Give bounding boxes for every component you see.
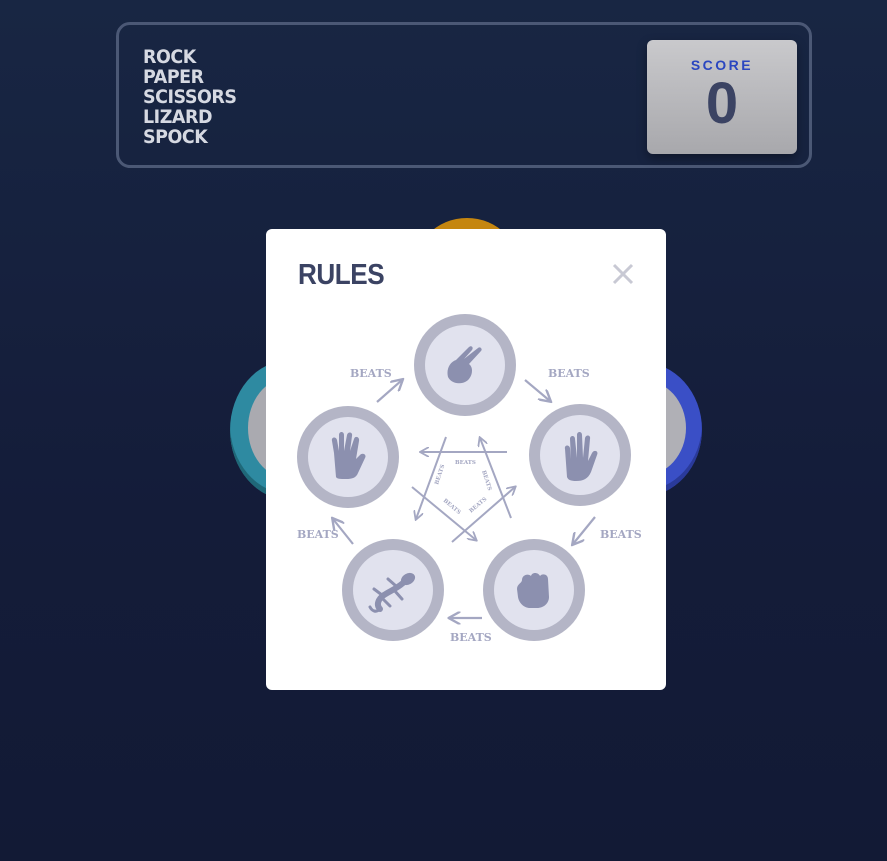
lizard-node <box>342 539 444 641</box>
beats-label-3: BEATS <box>600 528 642 541</box>
arrow-paper-rock <box>573 516 596 544</box>
beats-label-4: BEATS <box>450 631 492 644</box>
inner-arrow-3 <box>411 486 476 540</box>
scoreboard-header: Rock Paper Scissors Lizard Spock SCORE 0 <box>116 22 812 168</box>
title-line-rock: Rock <box>143 46 196 68</box>
spock-node <box>297 406 399 508</box>
inner-arrow-4 <box>451 487 515 543</box>
score-box: SCORE 0 <box>647 40 797 154</box>
game-title: Rock Paper Scissors Lizard Spock <box>143 47 237 147</box>
title-line-scissors: Scissors <box>143 86 237 108</box>
title-line-paper: Paper <box>143 66 204 88</box>
inner-beats-1: BEATS <box>455 460 476 466</box>
beats-label-2: BEATS <box>548 367 590 380</box>
title-line-lizard: Lizard <box>143 106 213 128</box>
title-line-spock: Spock <box>143 126 208 148</box>
arrow-spock-scissors <box>376 380 402 403</box>
arrow-scissors-paper <box>524 379 550 401</box>
rules-modal: RULES BEATS BEATS BEATS BEATS BEATS BEAT… <box>266 229 666 690</box>
inner-beats-5: BEATS <box>480 470 492 492</box>
rules-diagram: BEATS BEATS BEATS BEATS BEATS BEATS BEAT… <box>297 314 642 644</box>
beats-label-5: BEATS <box>297 528 339 541</box>
paper-node <box>529 404 631 506</box>
score-value: 0 <box>705 71 739 136</box>
scissors-node <box>414 314 516 416</box>
beats-label-1: BEATS <box>350 367 392 380</box>
rock-node <box>483 539 585 641</box>
